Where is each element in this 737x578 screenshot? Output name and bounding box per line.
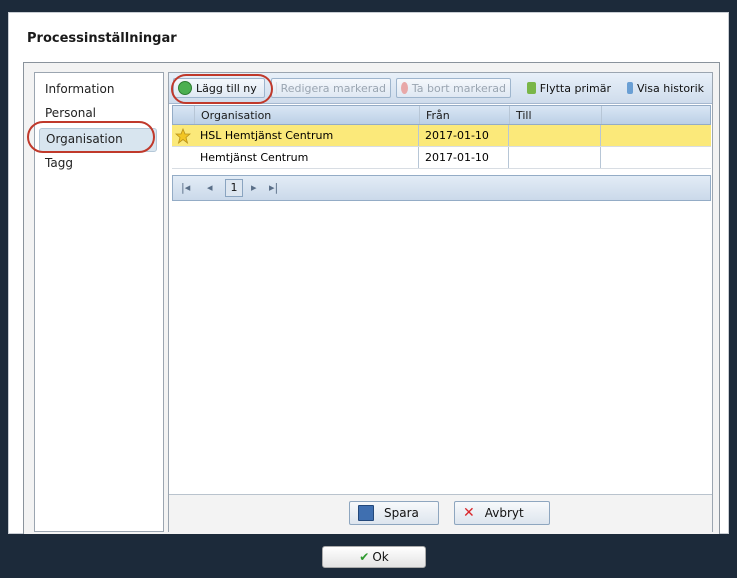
highlight-ring-add [171, 74, 273, 104]
ok-label: Ok [372, 550, 389, 564]
column-header-to[interactable]: Till [510, 106, 602, 124]
history-icon [627, 82, 633, 94]
view-history-label: Visa historik [636, 81, 704, 95]
cell-to [509, 147, 601, 168]
cell-organisation: Hemtjänst Centrum [194, 147, 419, 168]
cancel-button[interactable]: ✕ Avbryt [454, 501, 550, 525]
save-label: Spara [384, 506, 419, 520]
view-history-button[interactable]: Visa historik [623, 78, 708, 98]
first-page-icon[interactable]: |◂ [181, 181, 190, 194]
dialog-body: Information Personal Organisation Tagg L… [23, 62, 720, 538]
ok-button[interactable]: ✔ Ok [322, 546, 426, 568]
pager: |◂ ◂ 1 ▸ ▸| [172, 175, 711, 201]
table-row[interactable]: HSL Hemtjänst Centrum 2017-01-10 [172, 125, 711, 147]
last-page-icon[interactable]: ▸| [269, 181, 278, 194]
grid-header: Organisation Från Till [172, 105, 711, 125]
close-icon: ✕ [463, 505, 475, 521]
column-header-organisation[interactable]: Organisation [195, 106, 420, 124]
delete-selected-button[interactable]: Ta bort markerad [396, 78, 511, 98]
checkmark-icon: ✔ [359, 550, 370, 564]
minus-circle-icon [401, 82, 408, 94]
current-page[interactable]: 1 [225, 179, 243, 197]
edit-selected-button[interactable]: Redigera markerad [271, 78, 391, 98]
star-icon [172, 125, 194, 146]
next-page-icon[interactable]: ▸ [251, 181, 257, 194]
organisation-panel: Lägg till ny Redigera markerad Ta bort m… [168, 72, 713, 532]
cancel-label: Avbryt [484, 506, 524, 520]
row-icon-cell [172, 147, 194, 168]
pencil-icon [276, 82, 277, 94]
table-row[interactable]: Hemtjänst Centrum 2017-01-10 [172, 147, 711, 169]
window-top-bar [0, 0, 737, 12]
cell-to [509, 125, 601, 146]
move-primary-button[interactable]: Flytta primär [523, 78, 615, 98]
sidebar-item-tagg[interactable]: Tagg [45, 156, 73, 170]
highlight-ring-organisation [27, 121, 155, 153]
delete-selected-label: Ta bort markerad [411, 81, 506, 95]
grid-header-icon-col [173, 106, 195, 124]
action-bar: Spara ✕ Avbryt [169, 494, 712, 532]
previous-page-icon[interactable]: ◂ [207, 181, 213, 194]
process-settings-dialog: Processinställningar Information Persona… [8, 12, 729, 538]
cell-from: 2017-01-10 [419, 125, 509, 146]
floppy-icon [358, 505, 374, 521]
cell-from: 2017-01-10 [419, 147, 509, 168]
save-button[interactable]: Spara [349, 501, 439, 525]
cell-organisation: HSL Hemtjänst Centrum [194, 125, 419, 146]
column-header-from[interactable]: Från [420, 106, 510, 124]
dialog-title: Processinställningar [27, 31, 177, 46]
move-arrow-icon [527, 82, 536, 94]
move-primary-label: Flytta primär [539, 81, 611, 95]
edit-selected-label: Redigera markerad [280, 81, 386, 95]
sidebar-item-personal[interactable]: Personal [45, 106, 96, 120]
sidebar-item-information[interactable]: Information [45, 82, 114, 96]
